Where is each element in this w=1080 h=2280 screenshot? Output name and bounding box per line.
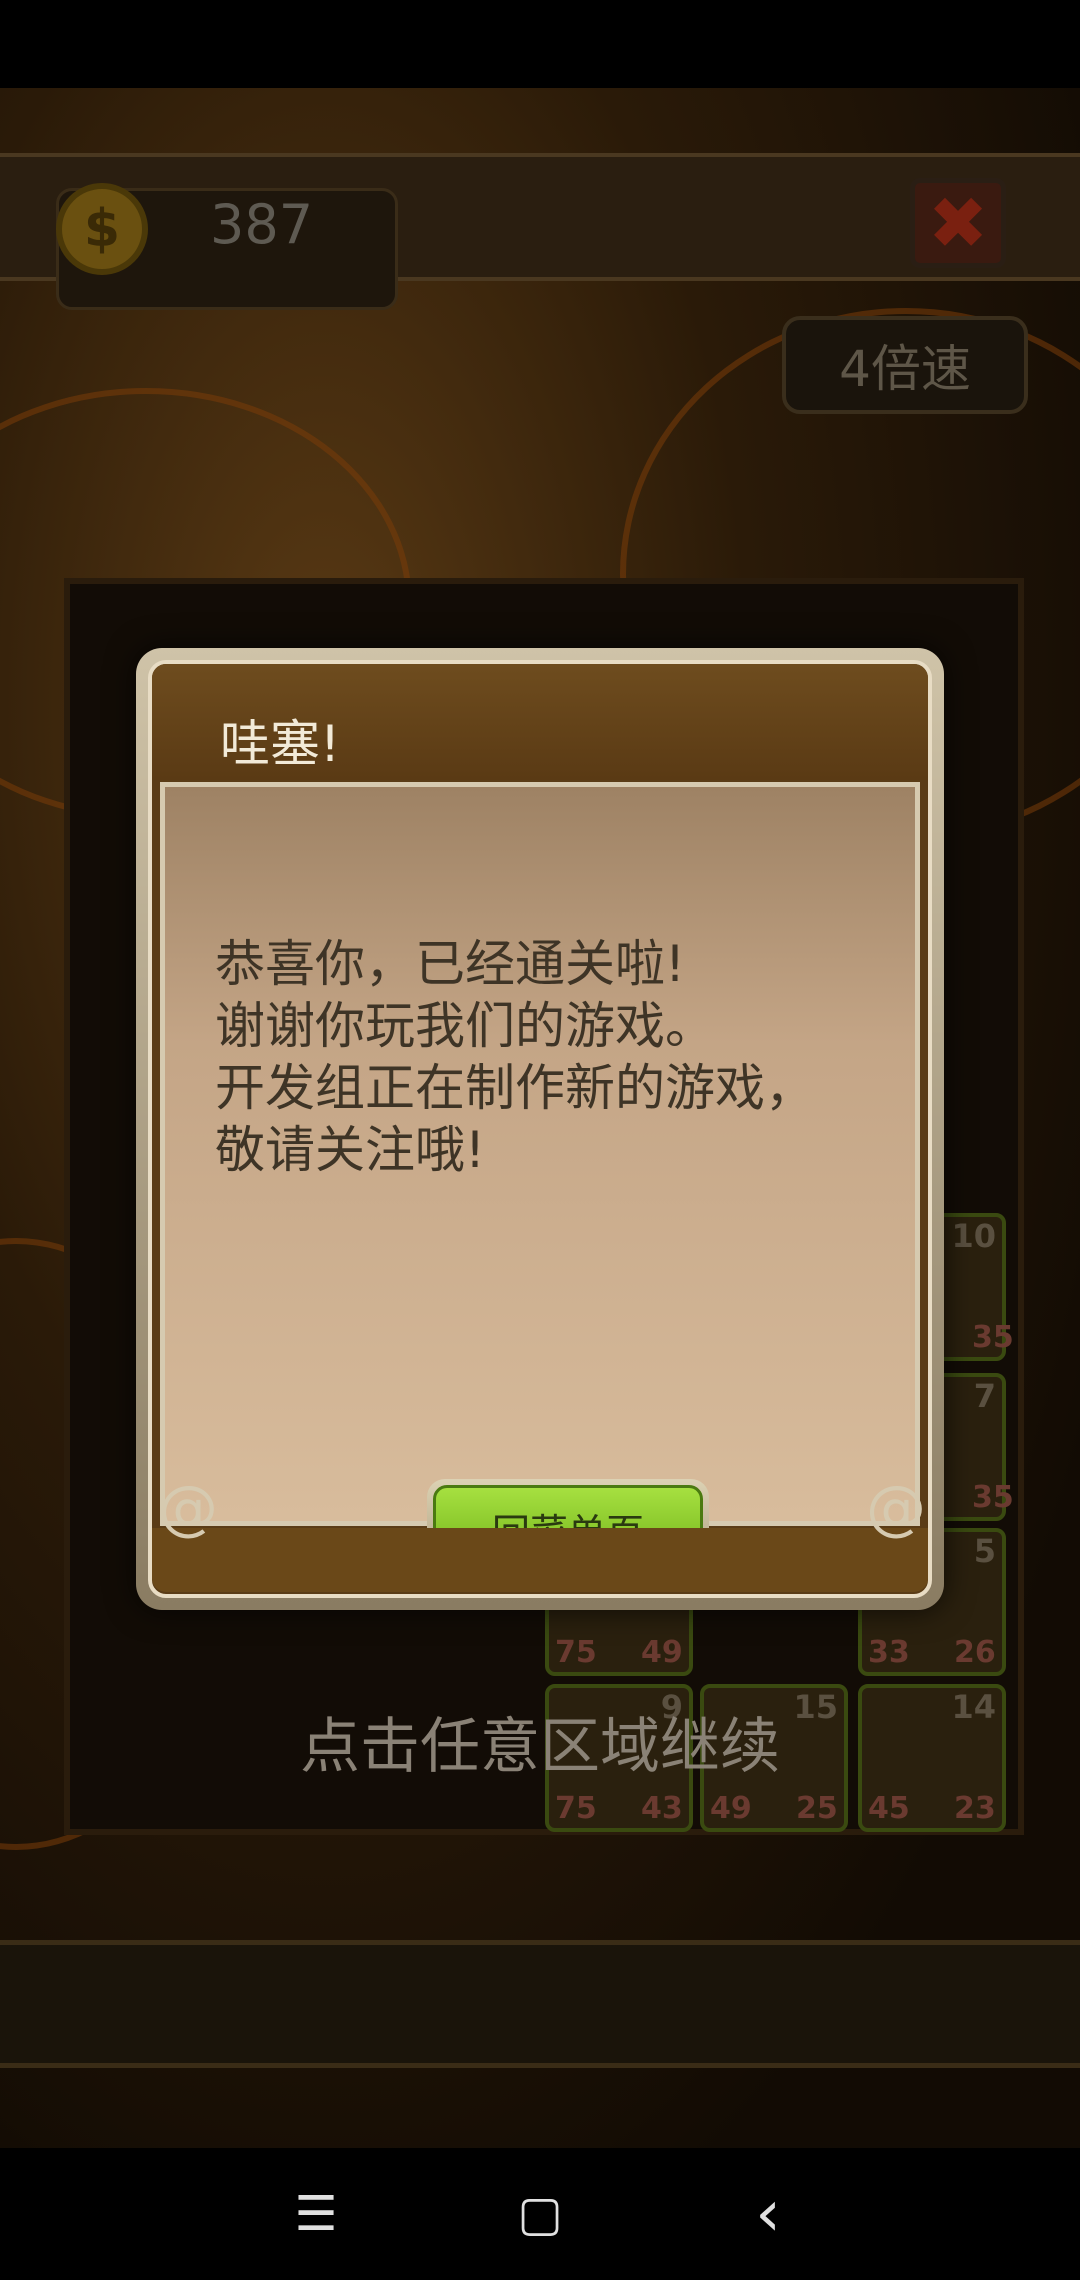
scroll-ornament-icon: @ bbox=[866, 1473, 926, 1543]
unit-level: 7 bbox=[973, 1377, 996, 1415]
unit-hp: 75 bbox=[555, 1635, 597, 1670]
unit-attack: 43 bbox=[641, 1791, 683, 1826]
speed-button[interactable]: 4倍速 bbox=[782, 316, 1028, 414]
dialog-bottom-bar bbox=[152, 1528, 928, 1592]
home-icon[interactable]: ▢ bbox=[510, 2184, 570, 2244]
coin-amount: 387 bbox=[210, 193, 314, 256]
unit-hp: 45 bbox=[868, 1791, 910, 1826]
victory-dialog: 哇塞! 恭喜你，已经通关啦! 谢谢你玩我们的游戏。 开发组正在制作新的游戏， 敬… bbox=[136, 648, 944, 1610]
unit-attack: 35 bbox=[972, 1320, 1014, 1355]
unit-hp: 75 bbox=[555, 1791, 597, 1826]
unit-attack: 35 bbox=[972, 1480, 1014, 1515]
close-button[interactable]: ✖ bbox=[910, 178, 1006, 268]
unit-level: 5 bbox=[973, 1532, 996, 1570]
dialog-parchment: 恭喜你，已经通关啦! 谢谢你玩我们的游戏。 开发组正在制作新的游戏， 敬请关注哦… bbox=[160, 782, 920, 1579]
continue-hint[interactable]: 点击任意区域继续 bbox=[0, 1698, 1080, 1785]
scroll-ornament-icon: @ bbox=[158, 1473, 218, 1543]
unit-attack: 26 bbox=[954, 1635, 996, 1670]
status-bar bbox=[0, 0, 1080, 88]
unit-hp: 49 bbox=[710, 1791, 752, 1826]
coin-icon: $ bbox=[56, 183, 148, 275]
unit-attack: 25 bbox=[796, 1791, 838, 1826]
dialog-title: 哇塞! bbox=[220, 715, 341, 773]
dialog-message: 恭喜你，已经通关啦! 谢谢你玩我们的游戏。 开发组正在制作新的游戏， 敬请关注哦… bbox=[215, 935, 815, 1179]
unit-level: 10 bbox=[951, 1217, 996, 1255]
bottom-panel bbox=[0, 1940, 1080, 2068]
unit-attack: 49 bbox=[641, 1635, 683, 1670]
unit-attack: 23 bbox=[954, 1791, 996, 1826]
dialog-title-bar: 哇塞! bbox=[152, 664, 928, 780]
back-icon[interactable]: ‹ bbox=[738, 2177, 798, 2251]
unit-hp: 33 bbox=[868, 1635, 910, 1670]
menu-icon[interactable]: ☰ bbox=[286, 2184, 346, 2244]
